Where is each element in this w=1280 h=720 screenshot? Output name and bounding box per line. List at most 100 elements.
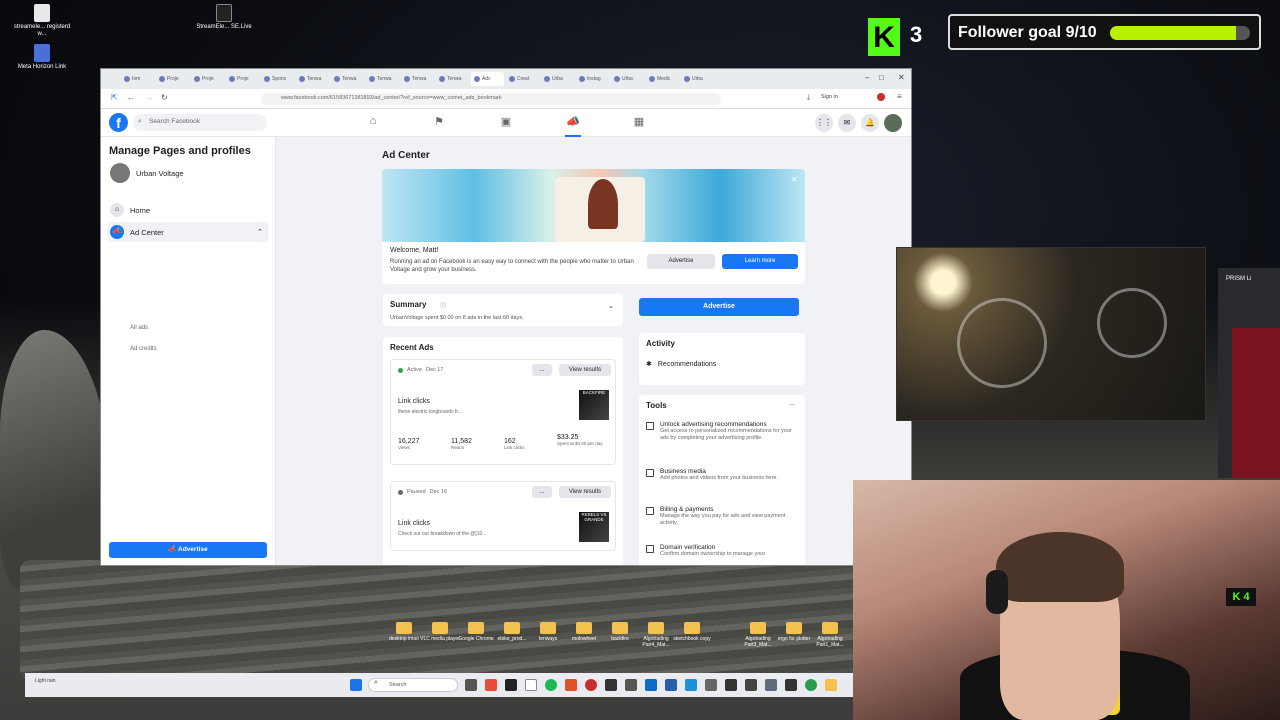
folder-icon[interactable] [825, 679, 837, 691]
view-results-button[interactable]: View results [559, 486, 611, 498]
forward-icon[interactable]: → [145, 93, 153, 102]
sidebar-item-home[interactable]: ⌂ Home [107, 200, 269, 220]
spotify-icon[interactable] [545, 679, 557, 691]
browser-tab[interactable]: Spons [261, 72, 294, 86]
advertise-button-primary[interactable]: Advertise [639, 298, 799, 316]
messenger-icon[interactable]: ✉ [838, 114, 856, 132]
apps-grid-icon[interactable]: ⋮⋮ [815, 114, 833, 132]
view-results-button[interactable]: View results [559, 364, 611, 376]
browser-tab[interactable]: Proje [226, 72, 259, 86]
app-icon[interactable] [585, 679, 597, 691]
ad-item[interactable]: Active Dec 17 ... View results Link clic… [390, 359, 616, 465]
browser-tab[interactable]: Tenwa [296, 72, 329, 86]
advertise-button-secondary[interactable]: Advertise [647, 254, 715, 269]
left-sidebar: Manage Pages and profiles Urban Voltage … [101, 137, 276, 565]
browser-tab[interactable]: Urba [611, 72, 644, 86]
tab-favicon-icon [684, 76, 690, 82]
tool-business-media[interactable]: Business media Add photos and videos from… [646, 468, 798, 482]
app-icon[interactable] [525, 679, 537, 691]
tool-domain-verification[interactable]: Domain verification Confirm domain owners… [646, 544, 798, 558]
chevron-up-icon[interactable]: ⌃ [257, 228, 263, 236]
notifications-icon[interactable]: 🔔 [861, 114, 879, 132]
summary-card[interactable]: Summary ⓘ ⌄ UrbanVoltage spent $0.00 on … [383, 294, 623, 326]
page-switcher[interactable]: Urban Voltage [107, 163, 269, 183]
tools-more-button[interactable]: ... [789, 400, 795, 407]
desktop-folder[interactable]: sketchbook copy [668, 622, 716, 642]
app-icon[interactable] [665, 679, 677, 691]
ad-description: Check out our breakdown of the @[10... [398, 531, 487, 537]
desktop-icon-meta-horizon[interactable]: Meta Horizon Link [12, 44, 72, 71]
browser-tab[interactable]: Instag [576, 72, 609, 86]
browser-tab[interactable]: Tenwa [331, 72, 364, 86]
app-icon[interactable] [705, 679, 717, 691]
browser-tab[interactable]: Tenwa [436, 72, 469, 86]
facebook-search-input[interactable]: Search Facebook [133, 114, 267, 131]
facebook-logo[interactable]: f [109, 113, 128, 132]
home-icon[interactable]: ⌂ [365, 115, 381, 131]
bike-wheel [1097, 288, 1167, 358]
app-icon[interactable] [745, 679, 757, 691]
chevron-down-icon[interactable]: ⌄ [608, 302, 614, 310]
download-icon[interactable]: ⤓ [807, 94, 810, 102]
task-view-icon[interactable] [465, 679, 477, 691]
sign-in-button[interactable]: Sign in [821, 94, 838, 100]
app-icon[interactable] [785, 679, 797, 691]
learn-more-button[interactable]: Learn more [722, 254, 798, 269]
weather-widget[interactable]: Light rain [35, 678, 75, 684]
desktop-folder[interactable]: Algotrading Part1_Mat... [806, 622, 854, 648]
sidebar-subitem-all-ads[interactable]: All ads [130, 325, 148, 331]
sidebar-advertise-button[interactable]: 📣 Advertise [109, 542, 267, 558]
calendar-icon[interactable]: ▦ [631, 115, 647, 131]
sidebar-subitem-ad-credits[interactable]: Ad credits [130, 346, 157, 352]
browser-tab[interactable]: Tenwa [401, 72, 434, 86]
tab-actions-icon[interactable]: ⇱ [111, 93, 118, 102]
browser-tab[interactable]: Urba [681, 72, 714, 86]
flag-icon[interactable]: ⚑ [431, 115, 447, 131]
maximize-icon[interactable]: □ [879, 73, 884, 82]
tool-unlock-recommendations[interactable]: Unlock advertising recommendations Get ac… [646, 421, 798, 442]
reload-icon[interactable]: ↻ [161, 93, 168, 102]
vscode-icon[interactable] [645, 679, 657, 691]
desktop-icon-se-live[interactable]: StreamEle... SE.Live [194, 4, 254, 31]
desktop-folder-row: desktop imao VLC media player Google Chrom… [380, 622, 860, 652]
browser-tab[interactable]: Proje [191, 72, 224, 86]
tool-billing-payments[interactable]: Billing & payments Manage the way you pay… [646, 506, 798, 527]
browser-tab[interactable]: Tenwa [366, 72, 399, 86]
app-icon[interactable] [625, 679, 637, 691]
profile-avatar[interactable] [884, 114, 902, 132]
browser-tab[interactable]: Medic [646, 72, 679, 86]
prism-label: PRISM Li [1226, 276, 1252, 282]
desktop-icon-streamelements[interactable]: streamele... registerd w... [12, 4, 72, 38]
app-icon[interactable] [805, 679, 817, 691]
app-icon[interactable] [505, 679, 517, 691]
app-icon[interactable] [685, 679, 697, 691]
ad-more-button[interactable]: ... [532, 364, 552, 376]
browser-tab[interactable]: Adc [471, 72, 504, 86]
minimize-icon[interactable]: – [865, 73, 869, 82]
extension-icon[interactable] [877, 93, 885, 101]
app-icon[interactable] [605, 679, 617, 691]
menu-icon[interactable]: ≡ [897, 92, 902, 101]
close-banner-icon[interactable]: ✕ [791, 175, 798, 184]
taskbar-search-input[interactable]: Search [368, 678, 458, 692]
ad-more-button[interactable]: ... [532, 486, 552, 498]
marketplace-icon[interactable]: ▣ [498, 115, 514, 131]
back-icon[interactable]: ← [127, 93, 135, 102]
info-icon[interactable]: ⓘ [440, 301, 446, 310]
url-input[interactable]: www.facebook.com/61583671381893/ad_cente… [261, 93, 721, 105]
chrome-icon[interactable] [485, 679, 497, 691]
browser-tab[interactable]: Iom [121, 72, 154, 86]
ads-megaphone-icon[interactable]: 📣 [565, 115, 581, 137]
app-icon[interactable] [765, 679, 777, 691]
ad-objective: Link clicks [398, 520, 430, 527]
app-icon[interactable] [725, 679, 737, 691]
browser-tab[interactable]: Proje [156, 72, 189, 86]
sidebar-item-ad-center[interactable]: 📣 Ad Center ⌃ [107, 222, 269, 242]
windows-start-icon[interactable] [350, 679, 362, 691]
ad-item[interactable]: Paused Dec 16 ... View results Link clic… [390, 481, 616, 551]
browser-tab[interactable]: Urba [541, 72, 574, 86]
app-icon[interactable] [565, 679, 577, 691]
close-window-icon[interactable]: ✕ [898, 73, 905, 82]
recommendations-link[interactable]: ✱ Recommendations [646, 360, 716, 369]
browser-tab[interactable]: Creat [506, 72, 539, 86]
